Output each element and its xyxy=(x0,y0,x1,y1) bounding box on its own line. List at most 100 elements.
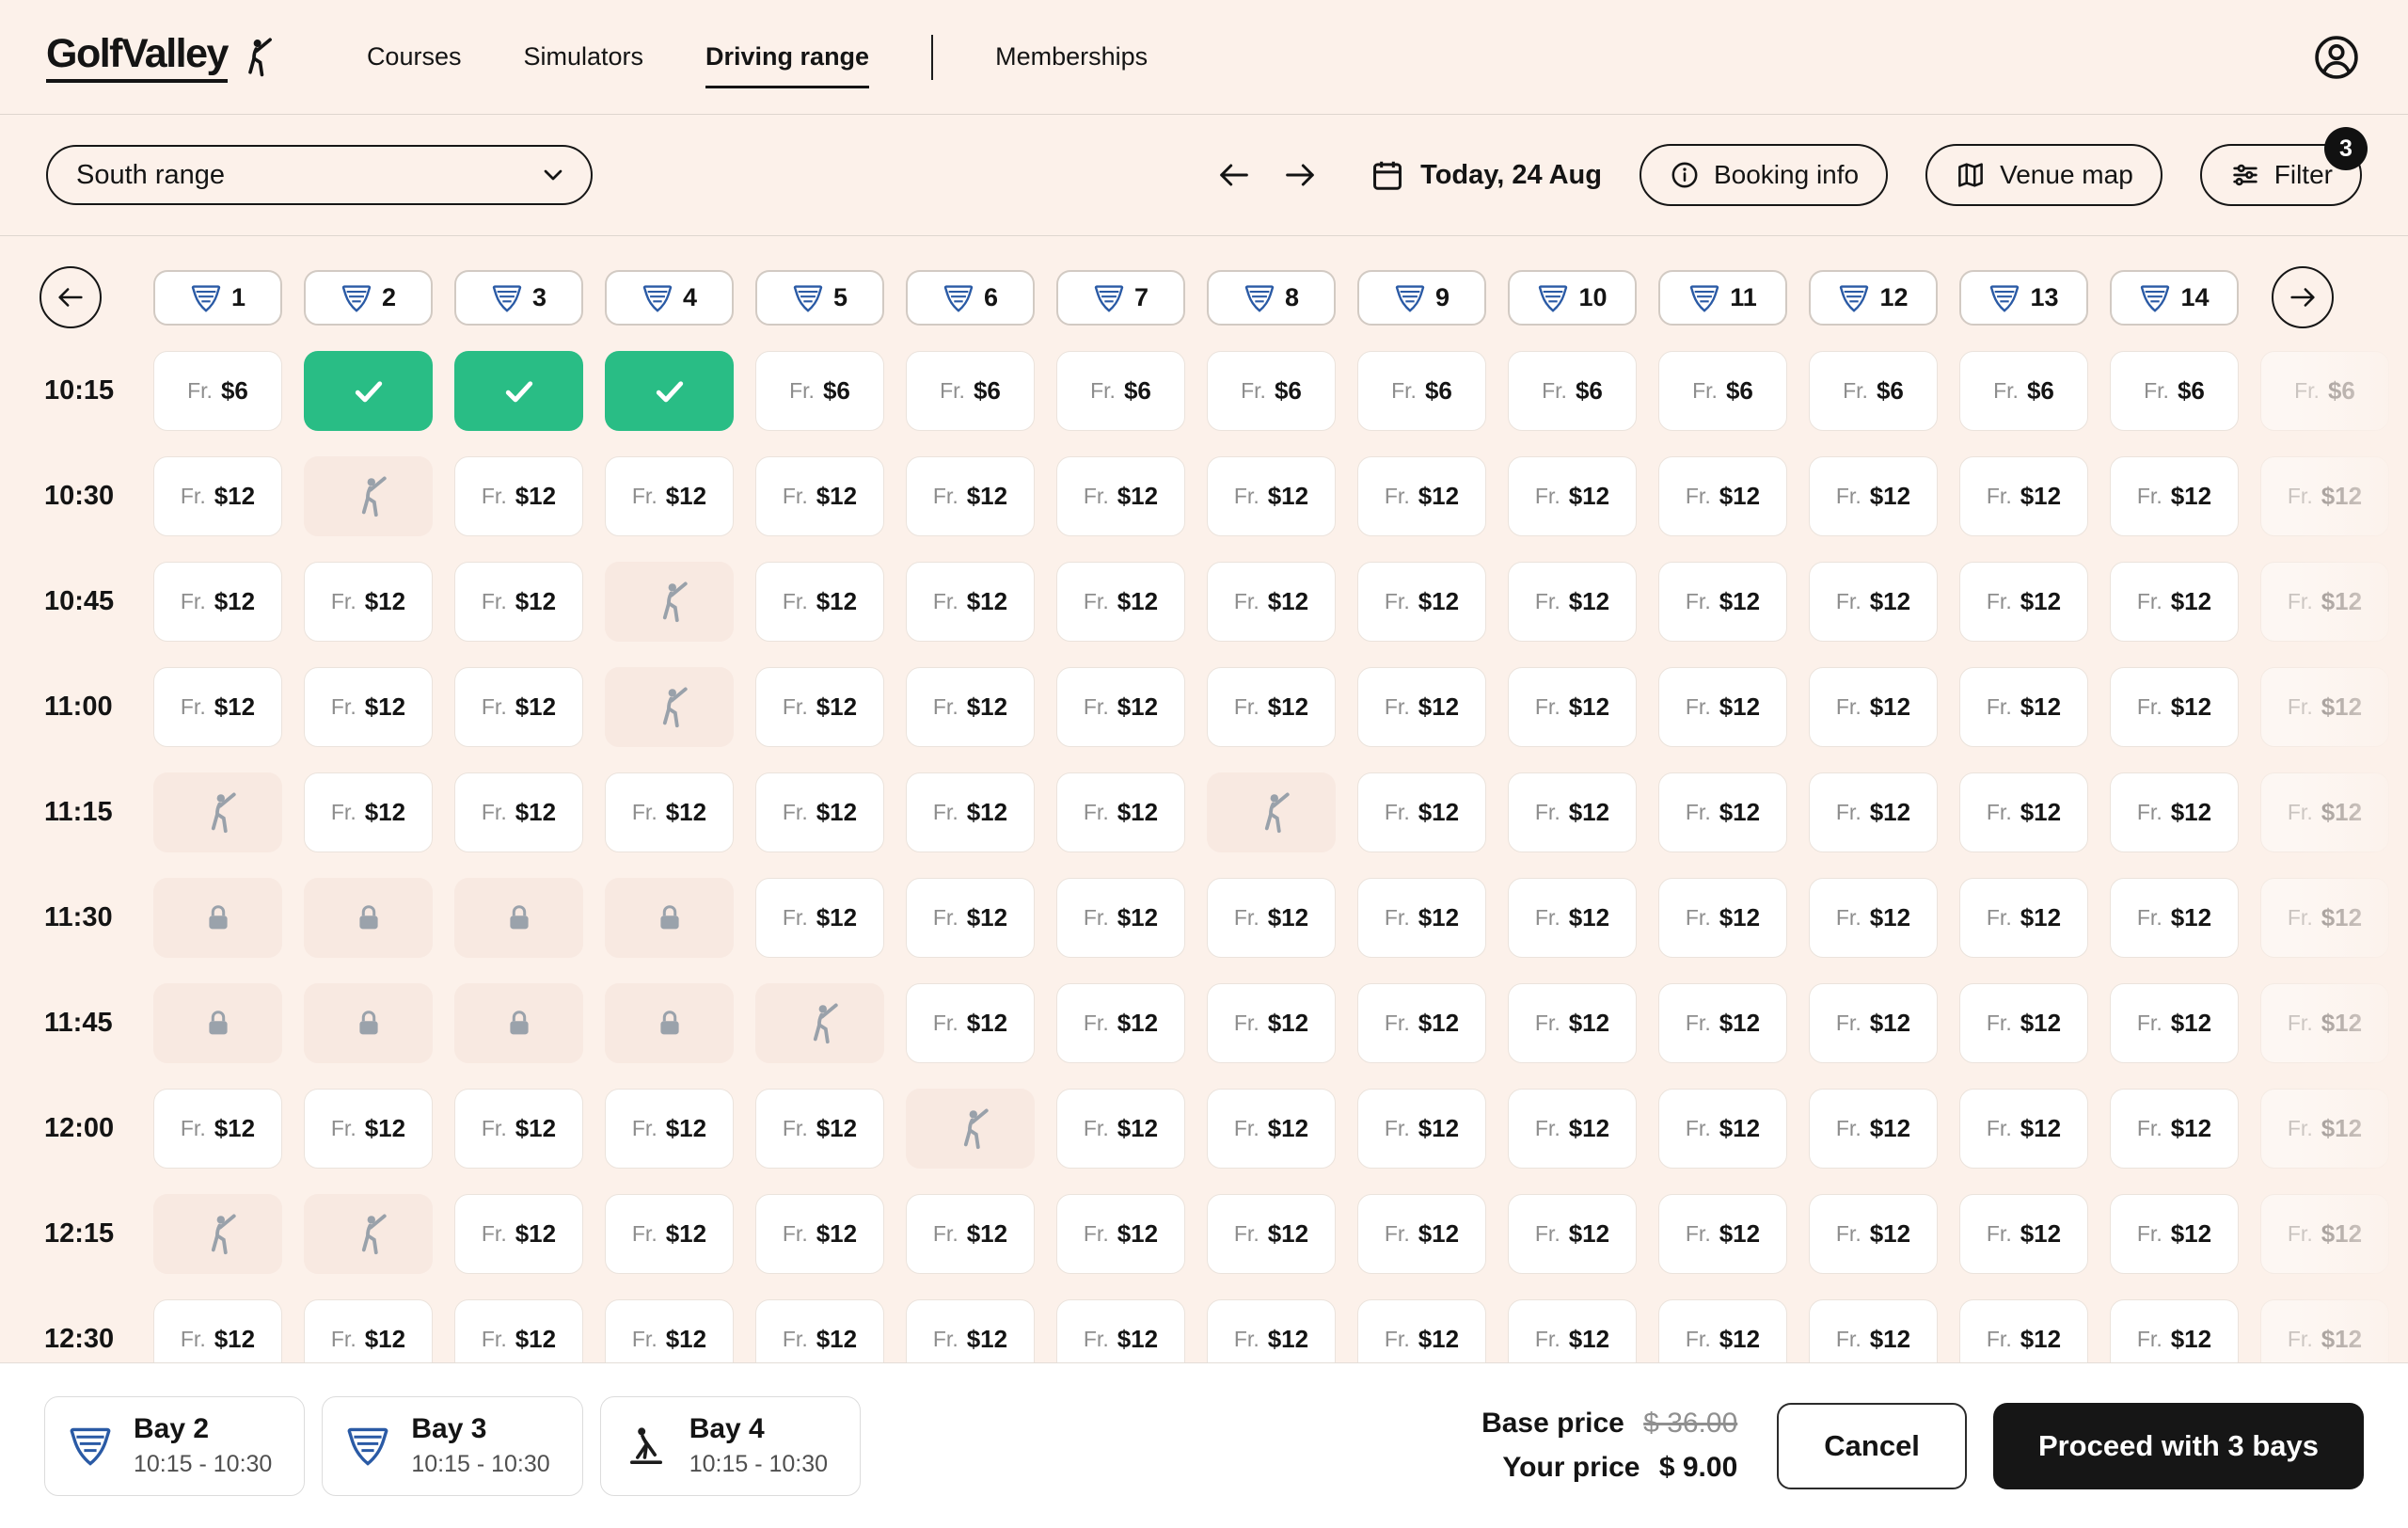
slot-available[interactable]: Fr.$12 xyxy=(1056,1089,1185,1169)
slot-available[interactable]: Fr.$12 xyxy=(906,456,1035,536)
slot-available[interactable]: Fr.$12 xyxy=(1357,667,1486,747)
slot-available[interactable]: Fr.$12 xyxy=(454,772,583,852)
filter-button[interactable]: Filter 3 xyxy=(2200,144,2362,206)
slot-available[interactable]: Fr.$12 xyxy=(1357,456,1486,536)
proceed-button[interactable]: Proceed with 3 bays xyxy=(1993,1403,2364,1489)
slot-available[interactable]: Fr.$12 xyxy=(454,1299,583,1362)
slot-available[interactable]: Fr.$12 xyxy=(1056,1194,1185,1274)
slot-available[interactable]: Fr.$12 xyxy=(906,1194,1035,1274)
slot-available[interactable]: Fr.$12 xyxy=(1508,772,1637,852)
slot-available[interactable]: Fr.$12 xyxy=(1357,878,1486,958)
slot-available[interactable]: Fr.$12 xyxy=(1809,667,1938,747)
slot-available[interactable]: Fr.$12 xyxy=(605,1194,734,1274)
slot-available[interactable]: Fr.$12 xyxy=(1809,983,1938,1063)
slot-available[interactable]: Fr.$12 xyxy=(1508,562,1637,642)
slot-available[interactable]: Fr.$12 xyxy=(1959,562,2088,642)
slot-available[interactable]: Fr.$12 xyxy=(1207,1299,1336,1362)
slot-available[interactable]: Fr.$12 xyxy=(1658,456,1787,536)
slot-available[interactable]: Fr.$6 xyxy=(906,351,1035,431)
slot-available[interactable]: Fr.$12 xyxy=(755,667,884,747)
slot-available[interactable]: Fr.$12 xyxy=(755,1089,884,1169)
slot-available[interactable]: Fr.$12 xyxy=(153,1089,282,1169)
brand-logo[interactable]: GolfValley xyxy=(46,31,277,83)
slot-available[interactable]: Fr.$12 xyxy=(2110,1299,2239,1362)
slot-selected[interactable] xyxy=(454,351,583,431)
slot-available[interactable]: Fr.$12 xyxy=(1658,1194,1787,1274)
slot-available[interactable]: Fr.$12 xyxy=(1056,456,1185,536)
slot-available[interactable]: Fr.$12 xyxy=(153,562,282,642)
slot-available[interactable]: Fr.$12 xyxy=(1207,1194,1336,1274)
slot-available[interactable]: Fr.$12 xyxy=(1959,1089,2088,1169)
slot-available[interactable]: Fr.$12 xyxy=(1658,1299,1787,1362)
slot-available[interactable]: Fr.$6 xyxy=(1508,351,1637,431)
slot-available[interactable]: Fr.$12 xyxy=(1658,562,1787,642)
nav-item-memberships[interactable]: Memberships xyxy=(995,37,1148,77)
slot-available[interactable]: Fr.$6 xyxy=(1809,351,1938,431)
slot-available[interactable]: Fr.$12 xyxy=(1959,772,2088,852)
slot-available[interactable]: Fr.$12 xyxy=(755,1299,884,1362)
slot-available[interactable]: Fr.$12 xyxy=(1207,667,1336,747)
slot-available[interactable]: Fr.$12 xyxy=(605,772,734,852)
date-prev-button[interactable] xyxy=(1215,152,1260,198)
slot-available[interactable]: Fr.$12 xyxy=(1207,983,1336,1063)
slot-available[interactable]: Fr.$12 xyxy=(1959,1194,2088,1274)
slot-available[interactable]: Fr.$6 xyxy=(2110,351,2239,431)
slot-available[interactable]: Fr.$12 xyxy=(153,667,282,747)
slot-available[interactable]: Fr.$6 xyxy=(153,351,282,431)
slot-available[interactable]: Fr.$12 xyxy=(1056,772,1185,852)
slot-available[interactable]: Fr.$12 xyxy=(1056,667,1185,747)
slot-available[interactable]: Fr.$12 xyxy=(1809,562,1938,642)
slot-available[interactable]: Fr.$12 xyxy=(1959,983,2088,1063)
slot-available[interactable]: Fr.$12 xyxy=(304,562,433,642)
slot-available[interactable]: Fr.$6 xyxy=(1207,351,1336,431)
slot-available[interactable]: Fr.$12 xyxy=(1056,983,1185,1063)
slot-available[interactable]: Fr.$12 xyxy=(1056,562,1185,642)
slot-available[interactable]: Fr.$12 xyxy=(1508,878,1637,958)
slot-available[interactable]: Fr.$12 xyxy=(1809,1299,1938,1362)
slot-available[interactable]: Fr.$6 xyxy=(1658,351,1787,431)
slot-available[interactable]: Fr.$12 xyxy=(605,1299,734,1362)
slot-available[interactable]: Fr.$6 xyxy=(1056,351,1185,431)
scroll-bays-right-button[interactable] xyxy=(2272,266,2334,328)
slot-available[interactable]: Fr.$12 xyxy=(1207,562,1336,642)
slot-available[interactable]: Fr.$12 xyxy=(755,562,884,642)
slot-selected[interactable] xyxy=(605,351,734,431)
range-select[interactable]: South range xyxy=(46,145,593,205)
slot-available[interactable]: Fr.$12 xyxy=(2110,1089,2239,1169)
slot-available[interactable]: Fr.$12 xyxy=(454,1089,583,1169)
slot-available[interactable]: Fr.$12 xyxy=(1207,456,1336,536)
slot-available[interactable]: Fr.$12 xyxy=(1959,667,2088,747)
slot-available[interactable]: Fr.$12 xyxy=(1508,1194,1637,1274)
slot-available[interactable]: Fr.$12 xyxy=(1357,1194,1486,1274)
slot-available[interactable]: Fr.$12 xyxy=(2110,562,2239,642)
slot-available[interactable]: Fr.$12 xyxy=(755,878,884,958)
selected-bay-card-bay-2[interactable]: Bay 210:15 - 10:30 xyxy=(44,1396,305,1496)
slot-selected[interactable] xyxy=(304,351,433,431)
slot-available[interactable]: Fr.$12 xyxy=(2110,772,2239,852)
slot-available[interactable]: Fr.$12 xyxy=(1508,456,1637,536)
slot-available[interactable]: Fr.$12 xyxy=(906,1299,1035,1362)
slot-available[interactable]: Fr.$12 xyxy=(1207,1089,1336,1169)
slot-available[interactable]: Fr.$12 xyxy=(755,1194,884,1274)
cancel-button[interactable]: Cancel xyxy=(1777,1403,1967,1489)
slot-available[interactable]: Fr.$12 xyxy=(304,667,433,747)
slot-available[interactable]: Fr.$12 xyxy=(2110,983,2239,1063)
slot-available[interactable]: Fr.$12 xyxy=(906,562,1035,642)
slot-available[interactable]: Fr.$12 xyxy=(906,983,1035,1063)
account-button[interactable] xyxy=(2311,32,2362,83)
slot-available[interactable]: Fr.$12 xyxy=(2110,456,2239,536)
slot-available[interactable]: Fr.$12 xyxy=(1508,667,1637,747)
slot-available[interactable]: Fr.$12 xyxy=(2110,878,2239,958)
slot-available[interactable]: Fr.$6 xyxy=(1357,351,1486,431)
slot-available[interactable]: Fr.$12 xyxy=(1658,772,1787,852)
booking-info-button[interactable]: Booking info xyxy=(1640,144,1888,206)
selected-bay-card-bay-3[interactable]: Bay 310:15 - 10:30 xyxy=(322,1396,582,1496)
slot-available[interactable]: Fr.$12 xyxy=(906,878,1035,958)
slot-available[interactable]: Fr.$12 xyxy=(755,456,884,536)
slot-available[interactable]: Fr.$12 xyxy=(1508,983,1637,1063)
date-picker[interactable]: Today, 24 Aug xyxy=(1370,157,1602,193)
slot-available[interactable]: Fr.$12 xyxy=(1357,772,1486,852)
date-next-button[interactable] xyxy=(1281,152,1326,198)
slot-available[interactable]: Fr.$12 xyxy=(906,772,1035,852)
slot-available[interactable]: Fr.$12 xyxy=(1959,878,2088,958)
